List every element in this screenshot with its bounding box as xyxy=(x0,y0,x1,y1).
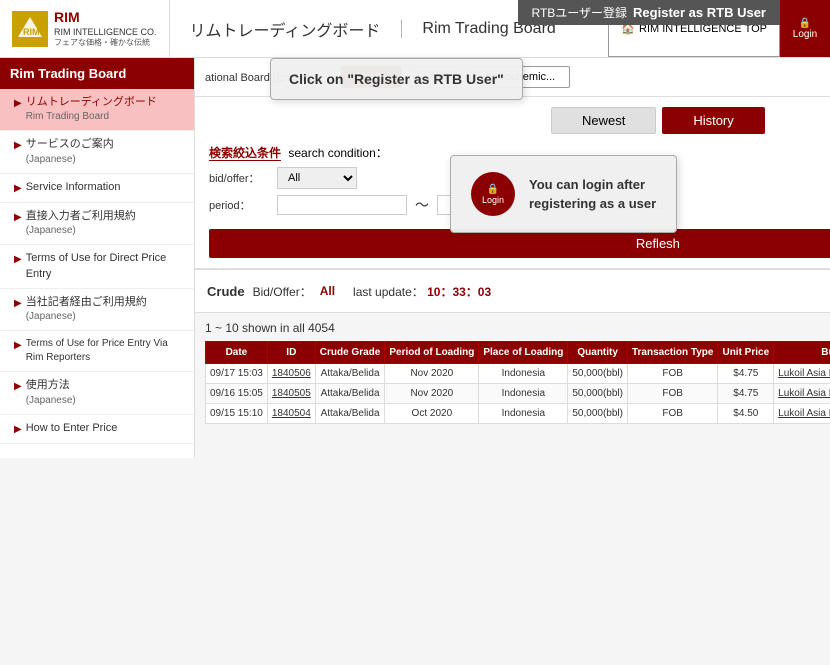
arrow-icon: ▶ xyxy=(14,139,22,153)
status-crude: Crude xyxy=(207,284,245,299)
login-button[interactable]: 🔒 Login xyxy=(780,0,830,57)
sidebar-item-usage-jp[interactable]: ▶ 使用方法 (Japanese) xyxy=(0,372,194,414)
table-header-row: Date ID Crude Grade Period of Loading Pl… xyxy=(206,342,830,364)
table-row[interactable]: 09/17 15:031840506Attaka/BelidaNov 2020I… xyxy=(206,364,830,384)
arrow-icon: ▶ xyxy=(14,339,22,353)
bid-offer-select[interactable]: All Bid Offer xyxy=(277,167,357,189)
rtb-jp-label: RTBユーザー登録 xyxy=(532,4,628,21)
period-label: period： xyxy=(209,197,269,213)
tilde: ～ xyxy=(415,195,429,215)
bid-offer-label: bid/offer： xyxy=(209,170,269,186)
col-place: Place of Loading xyxy=(479,342,568,364)
col-type: Transaction Type xyxy=(627,342,718,364)
arrow-icon: ▶ xyxy=(14,380,22,394)
arrow-icon: ▶ xyxy=(14,423,22,437)
table-area: 1 ~ 10 shown in all 4054 1 Date ID Crude… xyxy=(195,313,830,455)
logo-area: RIM RIM RIM INTELLIGENCE CO. フェアな価格・確かな伝… xyxy=(0,0,170,57)
page-bottom: 1 xyxy=(205,424,830,447)
main-layout: Rim Trading Board ▶ リムトレーディングボード Rim Tra… xyxy=(0,58,830,458)
lock-icon-callout: 🔒 xyxy=(487,184,499,195)
col-period: Period of Loading xyxy=(385,342,479,364)
sidebar-title: Rim Trading Board xyxy=(0,58,194,89)
arrow-icon: ▶ xyxy=(14,182,22,196)
lock-icon: 🔒 xyxy=(799,18,811,29)
rtb-register-banner[interactable]: RTBユーザー登録 Register as RTB User xyxy=(518,0,781,25)
sidebar-item-service-jp[interactable]: ▶ サービスのご案内 (Japanese) xyxy=(0,131,194,173)
col-date: Date xyxy=(206,342,268,364)
rtb-en-label: Register as RTB User xyxy=(633,5,766,20)
col-crude-grade: Crude Grade xyxy=(315,342,385,364)
table-row[interactable]: 09/15 15:101840504Attaka/BelidaOct 2020I… xyxy=(206,404,830,424)
sidebar-item-direct-jp[interactable]: ▶ 直接入力者ご利用規約 (Japanese) xyxy=(0,203,194,245)
sidebar-item-reporter-en[interactable]: ▶ Terms of Use for Price Entry Via Rim R… xyxy=(0,331,194,372)
newest-tab[interactable]: Newest xyxy=(551,107,656,134)
logo-rim: RIM xyxy=(54,8,157,26)
jp-title: リムトレーディングボード xyxy=(190,17,381,41)
table-row[interactable]: 09/16 15:051840505Attaka/BelidaNov 2020I… xyxy=(206,384,830,404)
col-quantity: Quantity xyxy=(568,342,628,364)
record-info: 1 ~ 10 shown in all 4054 xyxy=(205,321,335,335)
logo-company: RIM INTELLIGENCE CO. xyxy=(54,27,157,39)
sidebar-item-rtb[interactable]: ▶ リムトレーディングボード Rim Trading Board xyxy=(0,89,194,131)
sidebar-item-how-to[interactable]: ▶ How to Enter Price xyxy=(0,415,194,444)
main-content: ational Board (English)： Crude LNG Petro… xyxy=(195,58,830,458)
status-update-label: last update： 10：33：03 xyxy=(353,283,491,300)
sidebar: Rim Trading Board ▶ リムトレーディングボード Rim Tra… xyxy=(0,58,195,458)
svg-text:RIM: RIM xyxy=(23,27,40,37)
period-from-input[interactable] xyxy=(277,195,407,215)
header: RIM RIM RIM INTELLIGENCE CO. フェアな価格・確かな伝… xyxy=(0,0,830,58)
arrow-icon: ▶ xyxy=(14,97,22,111)
callout-login: 🔒 Login You can login after registering … xyxy=(450,155,677,233)
table-info: 1 ~ 10 shown in all 4054 1 xyxy=(205,321,830,335)
sidebar-item-direct-en[interactable]: ▶ Terms of Use for Direct Price Entry xyxy=(0,245,194,289)
refresh-button[interactable]: Reflesh xyxy=(209,229,830,258)
data-table: Date ID Crude Grade Period of Loading Pl… xyxy=(205,341,830,424)
col-buyer: Buyer xyxy=(774,342,830,364)
callout-login-icon: 🔒 Login xyxy=(471,172,515,216)
title-divider: ｜ xyxy=(392,16,410,42)
callout-register: Click on "Register as RTB User" xyxy=(270,58,523,100)
col-price: Unit Price xyxy=(718,342,774,364)
sidebar-item-service-en[interactable]: ▶ Service Information xyxy=(0,174,194,203)
callout-login-text: You can login after registering as a use… xyxy=(529,175,656,214)
nh-tabs: Newest History xyxy=(209,107,830,134)
history-tab[interactable]: History xyxy=(662,107,764,134)
arrow-icon: ▶ xyxy=(14,297,22,311)
sidebar-item-reporter-jp[interactable]: ▶ 当社記者経由ご利用規約 (Japanese) xyxy=(0,289,194,331)
arrow-icon: ▶ xyxy=(14,253,22,267)
logo-box: RIM xyxy=(12,11,48,47)
col-id: ID xyxy=(267,342,315,364)
status-bar: Crude Bid/Offer： All last update： 10：33：… xyxy=(195,269,830,313)
logo-tagline: フェアな価格・確かな伝統 xyxy=(54,38,157,48)
arrow-icon: ▶ xyxy=(14,211,22,225)
